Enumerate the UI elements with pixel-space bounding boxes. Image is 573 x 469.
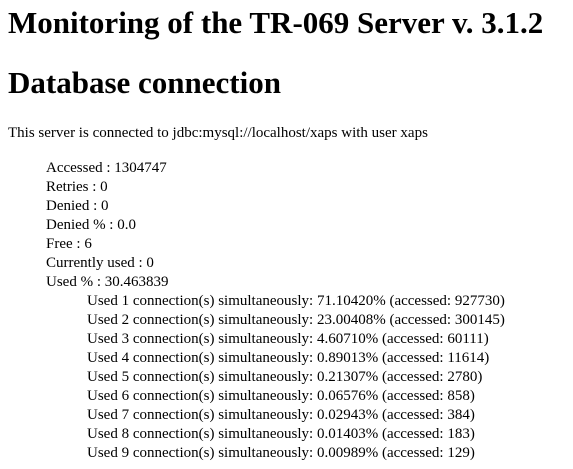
page: Monitoring of the TR-069 Server v. 3.1.2… [0,0,573,469]
connection-stats-list: Accessed : 1304747 Retries : 0 Denied : … [46,159,169,292]
stat-retries: Retries : 0 [46,179,108,195]
usage-row-8: Used 8 connection(s) simultaneously: 0.0… [87,426,475,442]
connection-description: This server is connected to jdbc:mysql:/… [8,125,428,141]
stat-accessed: Accessed : 1304747 [46,160,167,176]
simultaneous-usage-list: Used 1 connection(s) simultaneously: 71.… [87,292,505,463]
usage-row-9: Used 9 connection(s) simultaneously: 0.0… [87,445,475,461]
stat-currently-used: Currently used : 0 [46,255,154,271]
stat-used-percent: Used % : 30.463839 [46,274,169,290]
usage-row-5: Used 5 connection(s) simultaneously: 0.2… [87,369,483,385]
section-title: Database connection [8,65,281,100]
usage-row-2: Used 2 connection(s) simultaneously: 23.… [87,312,505,328]
usage-row-7: Used 7 connection(s) simultaneously: 0.0… [87,407,475,423]
usage-row-3: Used 3 connection(s) simultaneously: 4.6… [87,331,489,347]
page-title: Monitoring of the TR-069 Server v. 3.1.2 [8,5,544,40]
usage-row-6: Used 6 connection(s) simultaneously: 0.0… [87,388,475,404]
usage-row-4: Used 4 connection(s) simultaneously: 0.8… [87,350,490,366]
usage-row-1: Used 1 connection(s) simultaneously: 71.… [87,293,505,309]
stat-denied-percent: Denied % : 0.0 [46,217,136,233]
stat-denied: Denied : 0 [46,198,109,214]
stat-free: Free : 6 [46,236,92,252]
